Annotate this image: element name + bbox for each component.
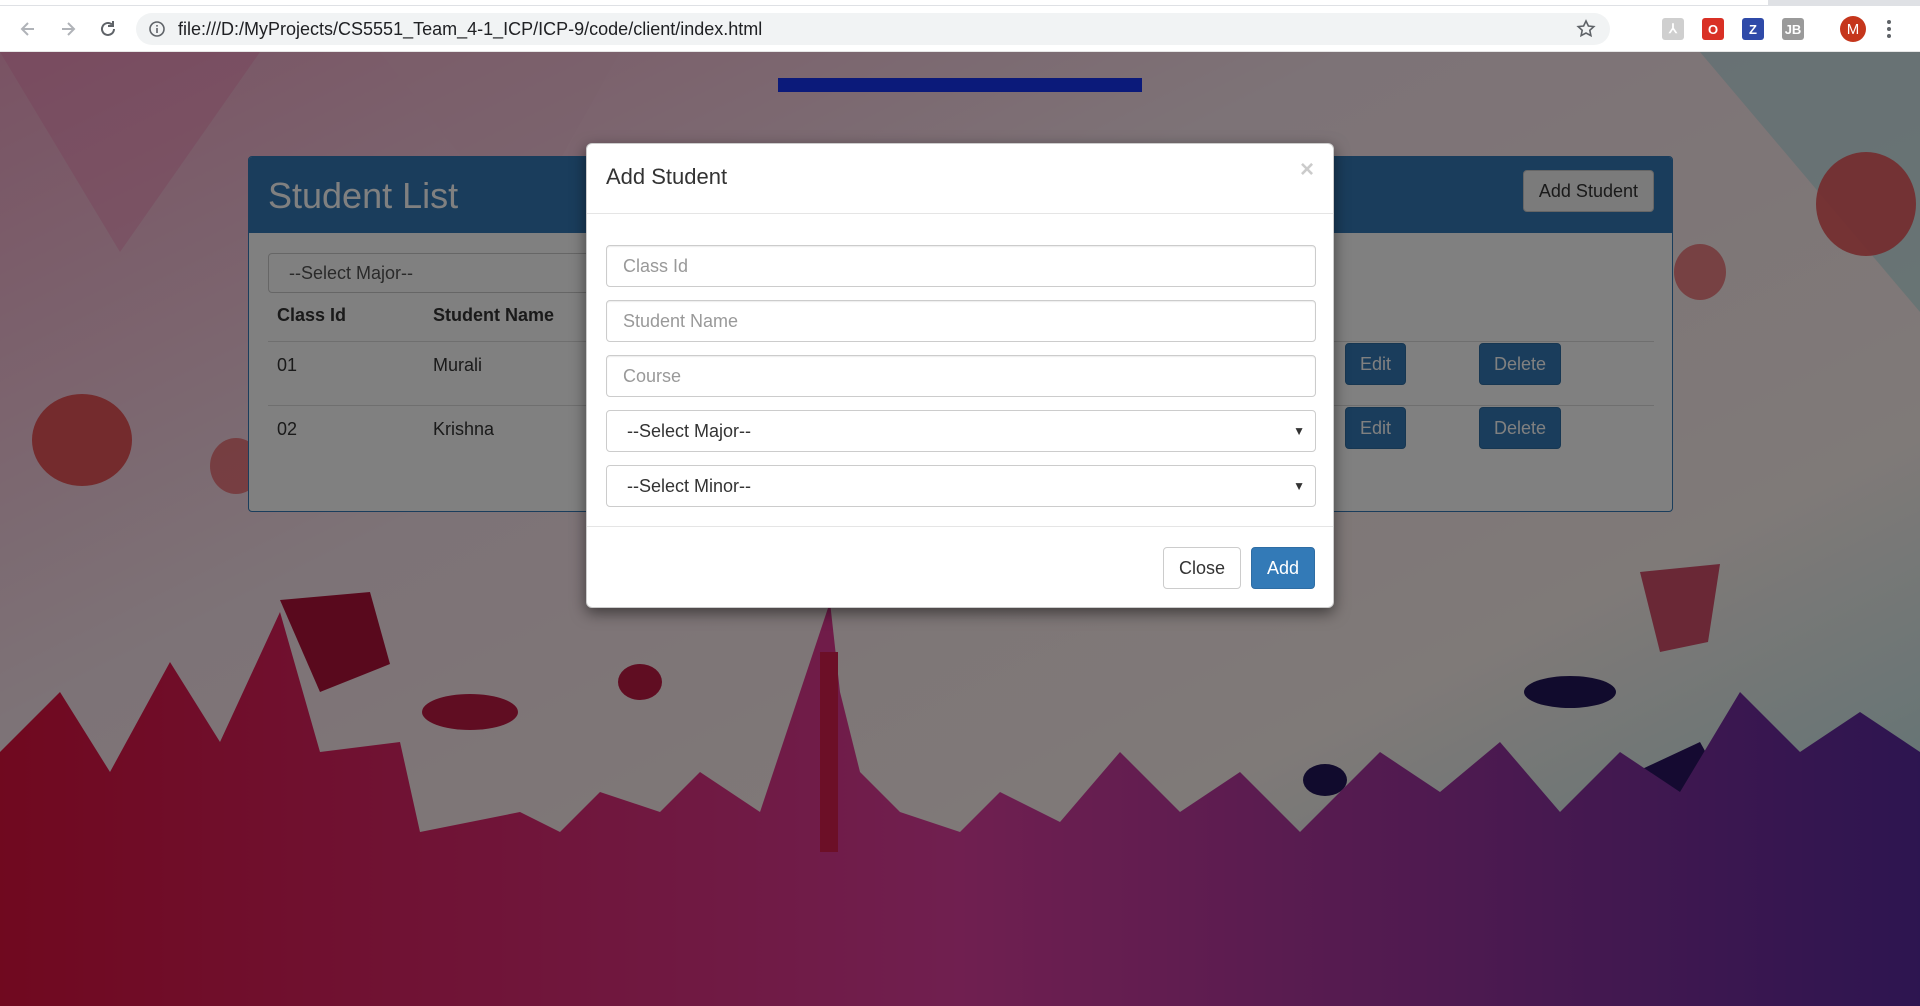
browser-toolbar: file:///D:/MyProjects/CS5551_Team_4-1_IC… (0, 6, 1920, 52)
edit-button[interactable]: Edit (1345, 343, 1407, 385)
forward-icon[interactable] (54, 15, 82, 43)
bookmark-star-icon[interactable] (1576, 19, 1596, 39)
back-icon[interactable] (14, 15, 42, 43)
panel-title: Student List (268, 175, 459, 216)
reload-icon[interactable] (94, 15, 122, 43)
close-button[interactable]: Close (1163, 547, 1242, 589)
major-select[interactable]: --Select Major-- ▼ (606, 410, 1316, 452)
add-student-modal: Add Student × --Select Major-- ▼ --Selec… (586, 143, 1334, 608)
page-viewport: Student List Add Student --Select Major-… (0, 52, 1920, 1006)
cell-student-name: Murali (433, 355, 483, 375)
student-name-input[interactable] (606, 300, 1316, 342)
column-header-student-name: Student Name (433, 305, 555, 325)
minor-select-value: --Select Minor-- (627, 476, 752, 496)
cell-class-id: 01 (277, 355, 298, 375)
major-select-value: --Select Major-- (627, 421, 752, 441)
header-strip (778, 78, 1142, 92)
browser-menu-icon[interactable] (1884, 18, 1894, 40)
chevron-down-icon: ▼ (1293, 479, 1305, 493)
chevron-down-icon: ▼ (1293, 424, 1305, 438)
opera-extension-icon[interactable]: O (1702, 18, 1724, 40)
z-extension-icon[interactable]: Z (1742, 18, 1764, 40)
address-bar[interactable]: file:///D:/MyProjects/CS5551_Team_4-1_IC… (136, 13, 1610, 45)
delete-button[interactable]: Delete (1479, 407, 1562, 449)
info-icon[interactable] (148, 20, 166, 38)
close-icon[interactable]: × (1300, 158, 1314, 182)
modal-title: Add Student (606, 164, 728, 189)
minor-select[interactable]: --Select Minor-- ▼ (606, 465, 1316, 507)
cell-class-id: 02 (277, 419, 298, 439)
url-text[interactable]: file:///D:/MyProjects/CS5551_Team_4-1_IC… (178, 13, 762, 45)
modal-footer-divider (587, 526, 1333, 527)
column-header-class-id: Class Id (277, 305, 347, 325)
pdf-extension-icon[interactable]: ⅄ (1662, 18, 1684, 40)
jb-extension-icon[interactable]: JB (1782, 18, 1804, 40)
delete-button[interactable]: Delete (1479, 343, 1562, 385)
add-student-button[interactable]: Add Student (1522, 170, 1654, 212)
cell-student-name: Krishna (433, 419, 495, 439)
add-button[interactable]: Add (1251, 547, 1316, 589)
edit-button[interactable]: Edit (1345, 407, 1407, 449)
class-id-input[interactable] (606, 245, 1316, 287)
modal-header: Add Student × (587, 144, 1333, 214)
course-input[interactable] (606, 355, 1316, 397)
profile-avatar[interactable]: M (1840, 16, 1866, 42)
